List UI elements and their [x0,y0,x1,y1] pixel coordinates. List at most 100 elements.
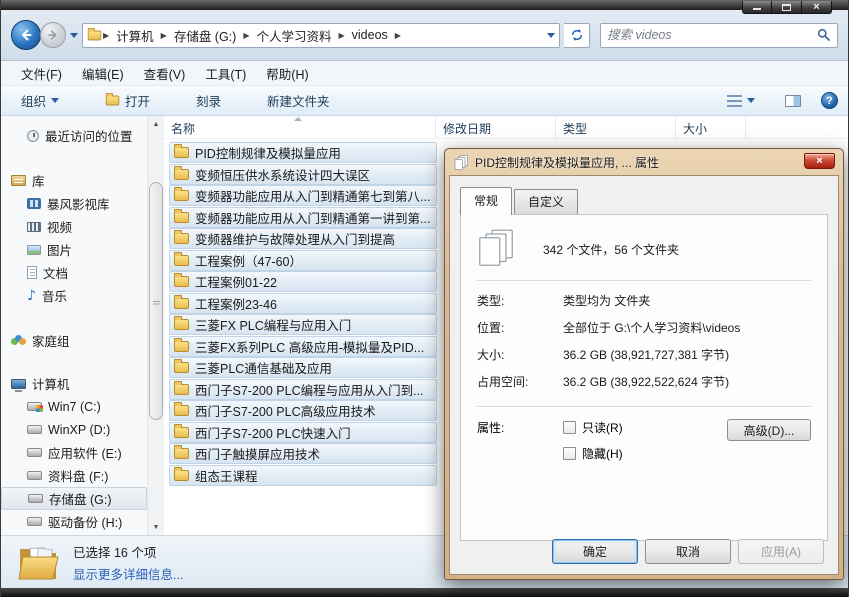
file-row[interactable]: 组态王课程 [169,465,437,486]
sidebar-item-music[interactable]: ♪ 音乐 [1,284,147,307]
burn-button[interactable]: 刻录 [186,87,231,114]
breadcrumb-drive-g[interactable]: 存储盘 (G:) [168,24,243,47]
file-row[interactable]: 工程案例23-46 [169,293,437,314]
attributes-label: 属性: [477,419,563,462]
maximize-button[interactable] [772,1,802,14]
tab-customize[interactable]: 自定义 [514,189,578,214]
folder-icon [174,384,189,395]
checkbox-readonly[interactable] [563,421,576,434]
address-dropdown-icon[interactable] [547,33,555,38]
sidebar-item-drive-e[interactable]: 应用软件 (E:) [1,441,147,464]
sidebar-item-baofeng-library[interactable]: 暴风影视库 [1,192,147,215]
tab-general[interactable]: 常规 [460,187,512,215]
address-bar[interactable]: ▶ 计算机 ▶ 存储盘 (G:) ▶ 个人学习资料 ▶ videos ▶ [82,23,560,48]
chevron-down-icon [51,98,59,103]
sidebar-item-libraries[interactable]: 库 [1,169,147,192]
sidebar-item-documents[interactable]: 文档 [1,261,147,284]
back-button[interactable] [11,20,41,50]
file-row[interactable]: 西门子触摸屏应用技术 [169,443,437,464]
info-row-size: 大小: 36.2 GB (38,921,727,381 字节) [477,346,811,363]
sidebar-item-drive-g[interactable]: 存储盘 (G:) [1,487,147,510]
folder-icon [174,470,189,481]
file-name: 组态王课程 [195,466,258,485]
hidden-label: 隐藏(H) [582,445,623,462]
sidebar-item-computer[interactable]: 计算机 [1,372,147,395]
scroll-down-icon[interactable]: ▼ [148,519,164,535]
file-row[interactable]: 三菱FX PLC编程与应用入门 [169,314,437,335]
file-row[interactable]: 工程案例（47-60） [169,250,437,271]
sidebar-item-label: 资料盘 (F:) [48,466,108,485]
sidebar-item-homegroup[interactable]: 家庭组 [1,329,147,352]
file-row[interactable]: 西门子S7-200 PLC快速入门 [169,422,437,443]
file-name: 三菱FX PLC编程与应用入门 [195,315,351,334]
properties-dialog: PID控制规律及模拟量应用, ... 属性 × 常规 自定义 342 个文件，5… [444,148,844,580]
checkbox-hidden[interactable] [563,447,576,460]
change-view-button[interactable] [717,91,765,111]
dialog-titlebar[interactable]: PID控制规律及模拟量应用, ... 属性 [445,149,843,175]
open-button[interactable]: 打开 [95,87,160,114]
file-name: 西门子触摸屏应用技术 [195,444,320,463]
hidden-checkbox-row[interactable]: 隐藏(H) [563,445,623,462]
apply-button[interactable]: 应用(A) [738,539,824,564]
breadcrumb-personal-folder[interactable]: 个人学习资料 [250,24,337,47]
column-date-modified[interactable]: 修改日期 [436,116,556,138]
info-label: 类型: [477,292,563,309]
breadcrumb-videos[interactable]: videos [346,26,394,44]
readonly-checkbox-row[interactable]: 只读(R) [563,419,623,436]
organize-label: 组织 [21,91,46,110]
file-row[interactable]: 工程案例01-22 [169,271,437,292]
file-row[interactable]: 变频器功能应用从入门到精通第七到第八... [169,185,437,206]
search-icon [817,28,831,42]
file-row[interactable]: 变频器维护与故障处理从入门到提高 [169,228,437,249]
dialog-close-button[interactable]: × [804,153,835,169]
file-row[interactable]: 西门子S7-200 PLC高级应用技术 [169,400,437,421]
file-row[interactable]: 三菱FX系列PLC 高级应用-模拟量及PID... [169,336,437,357]
menu-help[interactable]: 帮助(H) [256,61,318,86]
organize-button[interactable]: 组织 [11,87,69,114]
sidebar-item-drive-f[interactable]: 资料盘 (F:) [1,464,147,487]
refresh-button[interactable] [564,23,590,48]
file-row[interactable]: 西门子S7-200 PLC编程与应用从入门到... [169,379,437,400]
menu-edit[interactable]: 编辑(E) [72,61,134,86]
cancel-button[interactable]: 取消 [645,539,731,564]
info-value: 类型均为 文件夹 [563,292,811,309]
sidebar-scrollbar[interactable]: ▲ ▼ [147,116,164,535]
sidebar-item-recent-places[interactable]: 最近访问的位置 [1,124,147,147]
forward-button[interactable] [40,22,66,48]
sidebar-item-label: WinXP (D:) [48,423,110,437]
forward-arrow-icon [46,28,60,42]
preview-pane-button[interactable] [775,91,811,111]
file-name: 变频器维护与故障处理从入门到提高 [195,229,395,248]
sidebar-item-pictures[interactable]: 图片 [1,238,147,261]
menu-file[interactable]: 文件(F) [11,61,72,86]
sidebar-item-drive-c[interactable]: Win7 (C:) [1,395,147,418]
history-dropdown-icon[interactable] [70,33,78,38]
search-input[interactable] [607,28,817,42]
sidebar-item-label: 文档 [43,263,68,282]
new-folder-button[interactable]: 新建文件夹 [257,87,340,114]
column-type[interactable]: 类型 [556,116,676,138]
scroll-up-icon[interactable]: ▲ [148,116,164,132]
menu-tools[interactable]: 工具(T) [195,61,256,86]
menu-view[interactable]: 查看(V) [134,61,196,86]
close-button[interactable]: × [802,1,832,14]
column-size[interactable]: 大小 [676,116,746,138]
sidebar-item-label: 应用软件 (E:) [48,443,122,462]
advanced-button[interactable]: 高级(D)... [727,419,811,441]
file-row[interactable]: 变频恒压供水系统设计四大误区 [169,164,437,185]
file-row[interactable]: PID控制规律及模拟量应用 [169,142,437,163]
ok-button[interactable]: 确定 [552,539,638,564]
view-controls: ? [717,91,838,111]
help-button[interactable]: ? [821,92,838,109]
minimize-button[interactable] [742,1,772,14]
file-row[interactable]: 三菱PLC通信基础及应用 [169,357,437,378]
breadcrumb-computer[interactable]: 计算机 [110,24,160,47]
file-row[interactable]: 变频器功能应用从入门到精通第一讲到第... [169,207,437,228]
show-details-link[interactable]: 显示更多详细信息... [73,564,183,583]
info-label: 占用空间: [477,373,563,390]
file-name: 变频器功能应用从入门到精通第七到第八... [195,186,430,205]
sidebar-item-videos[interactable]: 视频 [1,215,147,238]
scrollbar-thumb[interactable] [149,182,163,420]
sidebar-item-drive-h[interactable]: 驱动备份 (H:) [1,510,147,533]
sidebar-item-drive-d[interactable]: WinXP (D:) [1,418,147,441]
